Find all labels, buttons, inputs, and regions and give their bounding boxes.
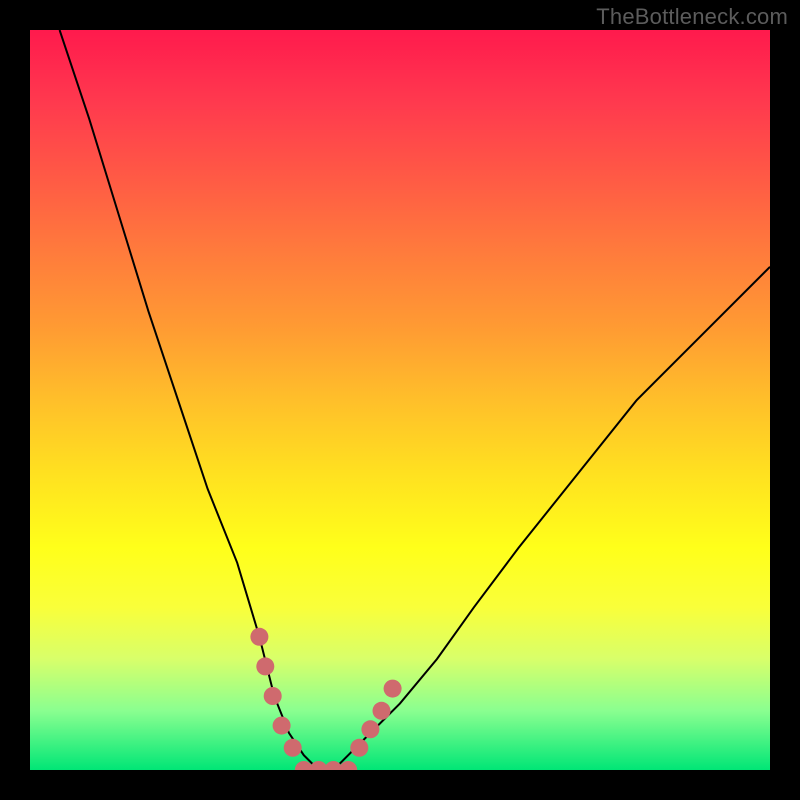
selection-points-right [350,680,401,757]
selection-points-bottom [295,761,357,770]
plot-area [30,30,770,770]
watermark-text: TheBottleneck.com [596,4,788,30]
selection-dot [273,717,291,735]
bottleneck-curve [60,30,770,770]
chart-svg [30,30,770,770]
selection-points-left [250,628,301,757]
outer-frame: TheBottleneck.com [0,0,800,800]
selection-dot [264,687,282,705]
selection-dot [256,657,274,675]
selection-dot [384,680,402,698]
selection-dot [250,628,268,646]
selection-dot [350,739,368,757]
selection-dot [284,739,302,757]
selection-dot [373,702,391,720]
selection-dot [361,720,379,738]
